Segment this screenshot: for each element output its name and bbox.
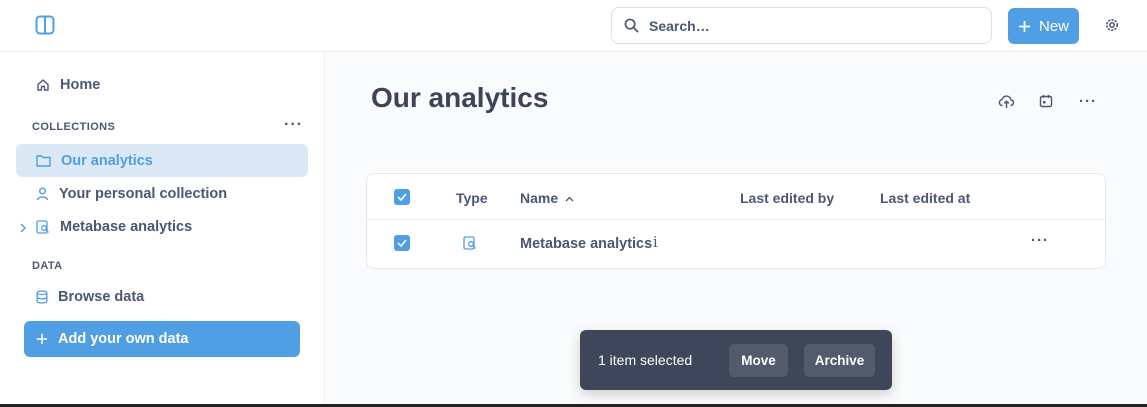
add-your-own-data-button[interactable]: Add your own data [24, 321, 300, 357]
sidebar: Home COLLECTIONS ··· Our analytics Your … [0, 52, 325, 407]
search-icon [624, 18, 639, 33]
more-options-icon[interactable]: ··· [1079, 92, 1097, 110]
column-header-name[interactable]: Name [520, 190, 574, 206]
gear-icon[interactable] [1104, 17, 1122, 35]
folder-icon [36, 155, 51, 167]
database-icon [36, 289, 48, 304]
items-table: Type Name Last edited by Last edited at … [366, 173, 1106, 269]
column-header-last-edited-by[interactable]: Last edited by [740, 190, 834, 206]
row-name-link[interactable]: Metabase analytics [520, 236, 652, 252]
row-divider [367, 219, 1105, 220]
sidebar-item-our-analytics[interactable]: Our analytics [16, 144, 308, 177]
bulk-action-bar: 1 item selected Move Archive [580, 330, 892, 390]
archive-button[interactable]: Archive [804, 344, 875, 377]
sidebar-item-home[interactable]: Home [16, 68, 308, 101]
new-button-label: New [1038, 17, 1069, 35]
column-header-last-edited-at[interactable]: Last edited at [880, 190, 970, 206]
row-checkbox[interactable] [394, 235, 410, 251]
new-button[interactable]: New [1008, 8, 1079, 44]
sidebar-item-metabase-analytics[interactable]: Metabase analytics [16, 210, 308, 243]
sidebar-item-label: Our analytics [61, 152, 153, 169]
home-icon [37, 78, 49, 91]
plus-icon [36, 333, 48, 345]
page-title: Our analytics [371, 82, 549, 113]
select-all-checkbox[interactable] [394, 189, 410, 205]
add-data-label: Add your own data [58, 331, 189, 347]
column-header-type[interactable]: Type [456, 190, 488, 206]
search-input[interactable] [649, 17, 949, 34]
sidebar-item-label: Your personal collection [59, 185, 228, 202]
upload-icon[interactable] [997, 92, 1015, 110]
audit-icon [463, 236, 477, 255]
info-icon[interactable]: i [653, 235, 658, 251]
audit-icon [36, 219, 49, 234]
sidebar-item-label: Metabase analytics [60, 218, 193, 235]
column-header-name-label: Name [520, 190, 559, 206]
data-heading: DATA [32, 260, 63, 272]
person-icon [36, 187, 49, 200]
search-bar[interactable] [611, 7, 992, 44]
row-more-options-icon[interactable]: ··· [1031, 232, 1049, 249]
collections-more-icon[interactable]: ··· [284, 116, 303, 134]
sidebar-toggle-icon[interactable] [34, 14, 56, 36]
sidebar-item-personal-collection[interactable]: Your personal collection [16, 177, 308, 210]
sort-ascending-icon [565, 196, 574, 202]
sidebar-item-label: Home [60, 76, 101, 93]
collections-heading: COLLECTIONS [32, 121, 116, 133]
calendar-icon[interactable] [1037, 92, 1055, 110]
move-button[interactable]: Move [729, 344, 788, 377]
selected-count: 1 item selected [598, 352, 693, 368]
sidebar-item-label: Browse data [58, 288, 145, 305]
sidebar-item-browse-data[interactable]: Browse data [16, 280, 308, 313]
top-bar: New [0, 0, 1147, 52]
plus-icon [1018, 20, 1031, 32]
